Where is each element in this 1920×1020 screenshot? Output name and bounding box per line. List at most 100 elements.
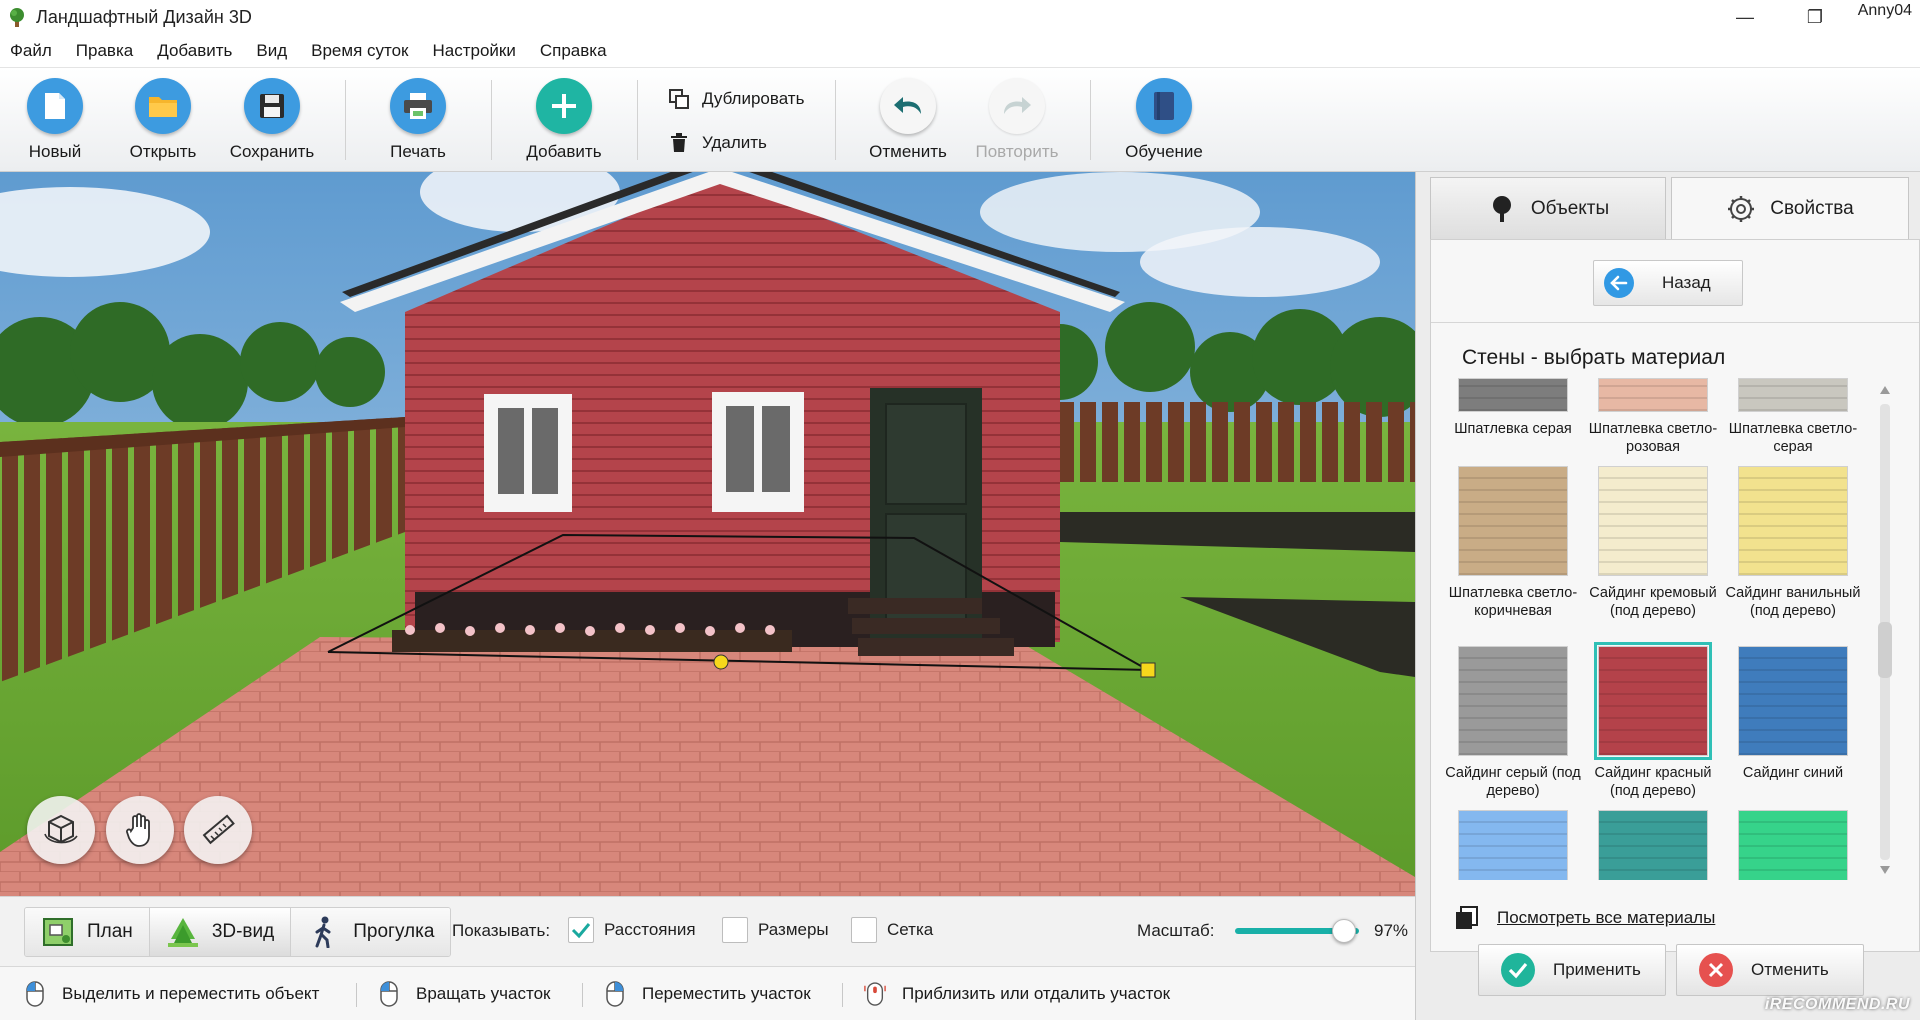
tab-plan[interactable]: План bbox=[25, 908, 150, 956]
divider bbox=[1431, 322, 1919, 323]
hint-select-move: Выделить и переместить объект bbox=[24, 981, 319, 1007]
mouse-left-drag-icon bbox=[378, 981, 400, 1007]
distances-checkbox[interactable]: Расстояния bbox=[568, 917, 696, 943]
menu-time-of-day[interactable]: Время суток bbox=[311, 41, 408, 61]
tab-3d-view[interactable]: 3D-вид bbox=[149, 908, 292, 956]
apply-button[interactable]: Применить bbox=[1478, 944, 1666, 996]
material-scrollbar[interactable] bbox=[1877, 382, 1893, 882]
material-swatch[interactable] bbox=[1583, 810, 1723, 880]
hint-separator bbox=[582, 983, 583, 1007]
new-button[interactable]: Новый bbox=[5, 78, 105, 166]
scroll-thumb[interactable] bbox=[1878, 622, 1892, 678]
toolbar-separator bbox=[1090, 80, 1091, 160]
materials-stack-icon bbox=[1456, 906, 1478, 929]
material-grid: Шпатлевка серая Шпатлевка светло-розовая… bbox=[1443, 378, 1873, 880]
material-swatch[interactable]: Шпатлевка светло-коричневая bbox=[1443, 466, 1583, 620]
view-all-materials-link[interactable]: Посмотреть все материалы bbox=[1453, 905, 1715, 931]
material-swatch[interactable]: Сайдинг кремовый (под дерево) bbox=[1583, 466, 1723, 620]
delete-button[interactable]: Удалить bbox=[668, 132, 767, 154]
floppy-disk-icon bbox=[244, 78, 300, 134]
menu-file[interactable]: Файл bbox=[10, 41, 52, 61]
redo-button[interactable]: Повторить bbox=[967, 78, 1067, 166]
restore-button[interactable]: ❐ bbox=[1780, 0, 1850, 34]
tutorial-button[interactable]: Обучение bbox=[1114, 78, 1214, 166]
plan-icon bbox=[41, 915, 75, 949]
watermark: iRECOMMEND.RU bbox=[1764, 996, 1910, 1013]
back-button[interactable]: Назад bbox=[1593, 260, 1743, 306]
printer-icon bbox=[390, 78, 446, 134]
material-swatch[interactable] bbox=[1443, 810, 1583, 880]
mouse-left-click-icon bbox=[24, 981, 46, 1007]
toolbar-separator bbox=[345, 80, 346, 160]
menu-settings[interactable]: Настройки bbox=[433, 41, 516, 61]
view-mode-tabs: План 3D-вид Прогулка bbox=[24, 907, 452, 957]
swatch-image bbox=[1738, 466, 1848, 576]
3d-tree-icon bbox=[166, 915, 200, 949]
undo-button[interactable]: Отменить bbox=[858, 78, 958, 166]
tab-objects[interactable]: Объекты bbox=[1430, 177, 1666, 239]
view-options-bar: План 3D-вид Прогулка Показывать: Расстоя… bbox=[0, 896, 1415, 966]
cube-rotate-icon bbox=[44, 814, 78, 844]
scale-slider[interactable] bbox=[1235, 919, 1359, 943]
material-swatch[interactable]: Шпатлевка серая bbox=[1443, 378, 1583, 438]
properties-panel: Объекты Свойства Назад Стены - выбрать м… bbox=[1415, 172, 1920, 1020]
swatch-image bbox=[1458, 378, 1568, 412]
material-swatch-selected[interactable]: Сайдинг красный (под дерево) bbox=[1583, 642, 1723, 800]
3d-viewport[interactable] bbox=[0, 172, 1415, 896]
print-button[interactable]: Печать bbox=[368, 78, 468, 166]
scroll-up-arrow-icon[interactable] bbox=[1880, 386, 1890, 394]
3d-scene[interactable] bbox=[0, 172, 1415, 896]
material-swatch[interactable]: Сайдинг синий bbox=[1723, 646, 1863, 782]
checkmark-icon bbox=[571, 923, 591, 939]
show-label: Показывать: bbox=[452, 921, 551, 940]
tree-icon bbox=[1487, 194, 1517, 224]
ruler-icon bbox=[202, 814, 235, 845]
toolbar-separator bbox=[835, 80, 836, 160]
toolbar-separator bbox=[637, 80, 638, 160]
swatch-image bbox=[1594, 642, 1712, 760]
menu-add[interactable]: Добавить bbox=[157, 41, 232, 61]
grid-checkbox[interactable]: Сетка bbox=[851, 917, 933, 943]
selection-handle[interactable] bbox=[713, 654, 729, 670]
scroll-down-arrow-icon[interactable] bbox=[1880, 866, 1890, 874]
material-swatch[interactable]: Шпатлевка светло-серая bbox=[1723, 378, 1863, 456]
material-swatch[interactable]: Шпатлевка светло-розовая bbox=[1583, 378, 1723, 456]
tab-properties[interactable]: Свойства bbox=[1671, 177, 1909, 239]
open-button[interactable]: Открыть bbox=[113, 78, 213, 166]
gear-icon bbox=[1726, 194, 1756, 224]
menu-bar: Файл Правка Добавить Вид Время суток Нас… bbox=[0, 34, 1920, 68]
duplicate-icon bbox=[668, 88, 690, 110]
menu-edit[interactable]: Правка bbox=[76, 41, 133, 61]
measure-button[interactable] bbox=[184, 796, 252, 864]
swatch-image bbox=[1458, 466, 1568, 576]
add-button[interactable]: Добавить bbox=[514, 78, 614, 166]
rotate-view-button[interactable] bbox=[27, 796, 95, 864]
save-button[interactable]: Сохранить bbox=[222, 78, 322, 166]
app-tree-icon bbox=[10, 8, 24, 27]
pan-view-button[interactable] bbox=[106, 796, 174, 864]
book-icon bbox=[1136, 78, 1192, 134]
swatch-image bbox=[1458, 646, 1568, 756]
folder-icon bbox=[135, 78, 191, 134]
hint-rotate: Вращать участок bbox=[378, 981, 550, 1007]
swatch-image bbox=[1598, 466, 1708, 576]
undo-arrow-icon bbox=[880, 78, 936, 134]
selection-corner-handle[interactable] bbox=[1140, 662, 1156, 678]
menu-view[interactable]: Вид bbox=[256, 41, 287, 61]
tab-walk[interactable]: Прогулка bbox=[291, 908, 451, 956]
duplicate-button[interactable]: Дублировать bbox=[668, 88, 804, 110]
material-swatch[interactable]: Сайдинг ванильный (под дерево) bbox=[1723, 466, 1863, 620]
material-swatch[interactable] bbox=[1723, 810, 1863, 880]
hint-zoom: Приблизить или отдалить участок bbox=[864, 981, 1170, 1007]
cancel-button[interactable]: Отменить bbox=[1676, 944, 1864, 996]
menu-help[interactable]: Справка bbox=[540, 41, 607, 61]
minimize-button[interactable]: — bbox=[1710, 0, 1780, 34]
material-swatch[interactable]: Сайдинг серый (под дерево) bbox=[1443, 646, 1583, 800]
slider-thumb[interactable] bbox=[1332, 919, 1356, 943]
scale-label: Масштаб: bbox=[1137, 921, 1215, 940]
checkbox-checked bbox=[568, 917, 594, 943]
checkbox-unchecked bbox=[851, 917, 877, 943]
window-title: Ландшафтный Дизайн 3D bbox=[36, 6, 252, 27]
hand-icon bbox=[126, 813, 150, 847]
sizes-checkbox[interactable]: Размеры bbox=[722, 917, 829, 943]
